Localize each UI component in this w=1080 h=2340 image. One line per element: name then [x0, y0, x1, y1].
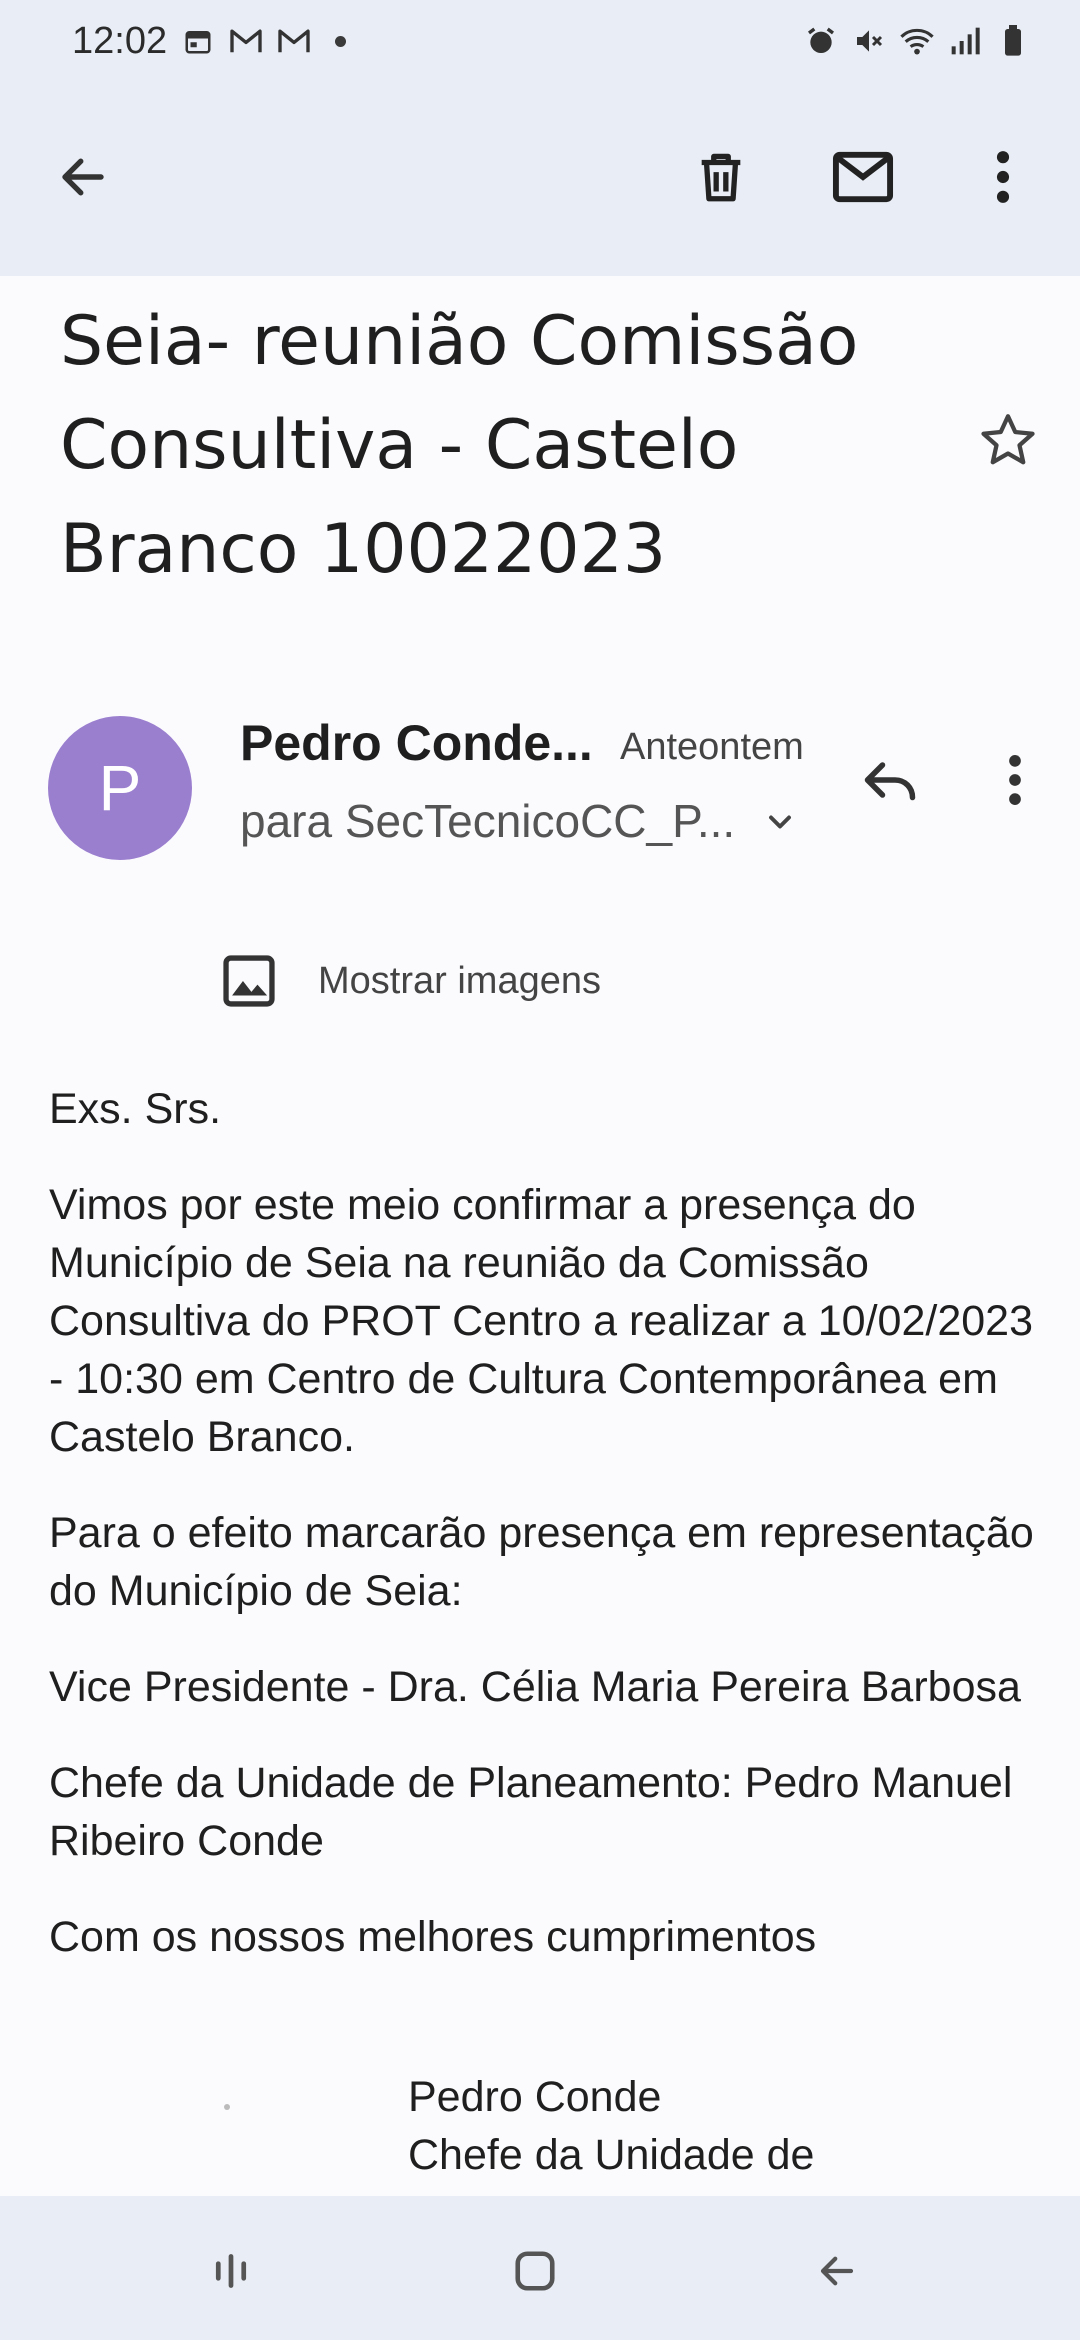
body-paragraph: Vimos por este meio confirmar a presença…	[49, 1181, 1033, 1461]
gmail-icon	[229, 24, 263, 58]
delete-button[interactable]	[676, 132, 766, 222]
calendar-icon	[181, 24, 215, 58]
email-body: Exs. Srs. Vimos por este meio confirmar …	[49, 1080, 1039, 2004]
recipient-line[interactable]: para SecTecnicoCC_P...	[240, 794, 735, 848]
details-expand-button[interactable]	[758, 800, 802, 844]
nav-back-button[interactable]	[792, 2226, 882, 2316]
mark-unread-button[interactable]	[818, 132, 908, 222]
show-images-button[interactable]: Mostrar imagens	[220, 944, 601, 1018]
arrow-back-icon	[62, 158, 104, 196]
battery-icon	[996, 24, 1030, 58]
message-more-button[interactable]	[980, 740, 1050, 820]
more-vert-icon	[1009, 755, 1021, 805]
body-paragraph: Vice Presidente - Dra. Célia Maria Perei…	[49, 1663, 1021, 1711]
status-right	[804, 24, 1030, 58]
body-paragraph: Exs. Srs.	[49, 1085, 222, 1133]
subject-line: Seia- reunião Comissão	[60, 302, 859, 381]
signature-line: Pedro Conde	[408, 2073, 662, 2121]
mail-icon	[832, 151, 894, 203]
home-icon	[515, 2251, 555, 2291]
recents-icon	[215, 2254, 247, 2288]
alarm-icon	[804, 24, 838, 58]
star-button[interactable]	[968, 400, 1048, 480]
signal-icon	[948, 24, 982, 58]
more-vert-icon	[996, 151, 1010, 203]
app-bar	[0, 82, 1080, 276]
status-left: 12:02	[72, 19, 347, 63]
status-bar: 12:02	[0, 0, 1080, 82]
star-outline-icon	[981, 414, 1035, 465]
notification-dot-icon	[335, 35, 347, 47]
wifi-icon	[900, 24, 934, 58]
trash-icon	[701, 153, 741, 202]
screen: 12:02 Seia- reunião Comissão Consultiva …	[0, 0, 1080, 2340]
body-paragraph: Para o efeito marcarão presença em repre…	[49, 1509, 1034, 1615]
subject-container: Inscrição PROTC - Seia- reunião Comissão…	[0, 238, 1080, 638]
avatar[interactable]: P	[48, 716, 192, 860]
body-paragraph: Com os nossos melhores cumprimentos	[49, 1913, 817, 1961]
mute-icon	[852, 24, 886, 58]
nav-back-icon	[820, 2256, 854, 2286]
back-button[interactable]	[38, 132, 128, 222]
recents-button[interactable]	[186, 2226, 276, 2316]
avatar-initial: P	[98, 752, 142, 824]
gmail-icon	[277, 24, 311, 58]
subject-line: Consultiva - Castelo	[60, 406, 739, 485]
reply-icon	[864, 762, 916, 801]
email-date: Anteontem	[620, 726, 804, 768]
chevron-down-icon	[769, 815, 791, 829]
system-nav-bar	[0, 2196, 1080, 2340]
reply-button[interactable]	[850, 740, 930, 820]
sender-name[interactable]: Pedro Conde...	[240, 714, 593, 772]
body-paragraph: Chefe da Unidade de Planeamento: Pedro M…	[49, 1759, 1013, 1865]
subject-line: Branco 10022023	[60, 510, 667, 589]
show-images-label: Mostrar imagens	[318, 959, 601, 1002]
signature-image-placeholder	[224, 2104, 230, 2110]
signature-line: Chefe da Unidade de	[408, 2131, 815, 2179]
status-time: 12:02	[72, 19, 168, 62]
email-subject: Inscrição PROTC - Seia- reunião Comissão…	[60, 238, 940, 602]
image-icon	[223, 955, 275, 1007]
home-button[interactable]	[490, 2226, 580, 2316]
more-options-button[interactable]	[958, 132, 1048, 222]
